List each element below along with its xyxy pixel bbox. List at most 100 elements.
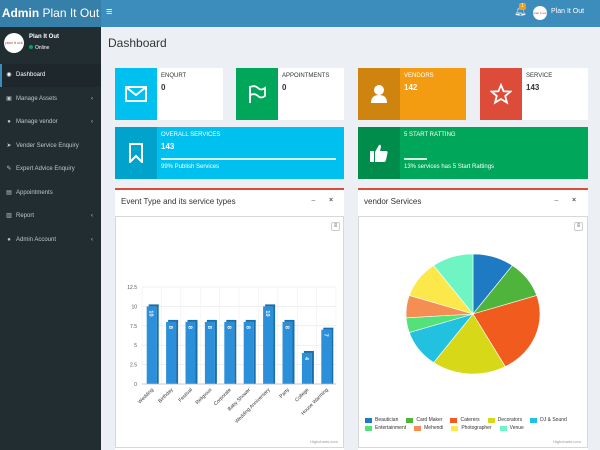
- bar-data-label: 8: [167, 326, 173, 329]
- sidebar-item-vender-service-enquiry[interactable]: ➤ Vender Service Enquiry: [0, 135, 101, 158]
- bar-data-label: 8: [187, 326, 193, 329]
- legend-row: Entertainment Mehendi Photographer Venue: [365, 425, 567, 431]
- appointments-infobox[interactable]: APPOINTMENTS 0: [236, 68, 344, 120]
- legend-item[interactable]: Mehendi: [414, 425, 443, 431]
- legend-item[interactable]: Decorators: [487, 417, 522, 423]
- pie-chart-frame: ≡ Beautician Card Maker Caterers Decorators…: [358, 216, 588, 448]
- page-title: Dashboard: [108, 36, 167, 50]
- close-icon[interactable]: ×: [329, 197, 333, 204]
- user-avatar[interactable]: plan it out: [533, 6, 547, 20]
- progress-label: 5 START RATTING: [404, 132, 456, 138]
- bar-side-face: [214, 320, 217, 384]
- infobox-label: APPOINTMENTS: [282, 73, 330, 79]
- bar[interactable]: [146, 306, 157, 384]
- user-panel: plan it out Plan It Out Online: [0, 27, 101, 64]
- legend-label: Card Maker: [416, 417, 443, 423]
- sidebar-item-appointments[interactable]: ▤ Appointments: [0, 182, 101, 205]
- legend-label: Mehendi: [424, 425, 444, 431]
- bar[interactable]: [224, 321, 235, 384]
- bar-side-face: [273, 305, 276, 384]
- assets-icon: ▣: [6, 95, 12, 102]
- bar-chart-frame: ≡ 0 2.5 5 7.5 10 12.5 10 Wedding 8 Birthday 8 Festi…: [115, 216, 344, 448]
- y-tick-label: 2.5: [130, 363, 137, 369]
- legend-row: Beautician Card Maker Caterers Decorators DJ…: [365, 417, 567, 423]
- close-icon[interactable]: ×: [572, 197, 576, 204]
- x-tick-label: Party: [278, 387, 291, 400]
- infobox-label: VENDORS: [404, 73, 434, 79]
- progress-bar: [404, 158, 428, 160]
- sidebar-item-label: Admin Account: [16, 236, 57, 243]
- legend-swatch: [414, 425, 422, 431]
- sidebar-item-report[interactable]: ▥ Report ‹: [0, 205, 101, 228]
- minimize-icon[interactable]: −: [311, 196, 316, 205]
- bar[interactable]: [321, 329, 332, 384]
- infobox-value: 142: [404, 83, 418, 92]
- legend-item[interactable]: DJ & Sound: [530, 417, 567, 423]
- legend-label: DJ & Sound: [540, 417, 567, 423]
- legend-item[interactable]: Beautician: [365, 417, 398, 423]
- bar-side-face: [292, 320, 295, 384]
- legend-item[interactable]: Caterers: [450, 417, 480, 423]
- bar-chart: 0 2.5 5 7.5 10 12.5 10 Wedding 8 Birthday 8 Festiva…: [127, 285, 337, 425]
- sidebar-item-label: Report: [16, 213, 35, 219]
- progress-description: 99% Publish Services: [161, 164, 220, 170]
- chart-credit[interactable]: Highcharts.com: [553, 439, 581, 444]
- bar[interactable]: [204, 321, 215, 384]
- service-infobox[interactable]: SERVICE 143: [480, 68, 588, 120]
- enquiry-infobox[interactable]: ENQURT 0: [115, 68, 223, 120]
- legend-item[interactable]: Card Maker: [406, 417, 442, 423]
- legend-item[interactable]: Venue: [499, 425, 524, 431]
- bar-data-label: 8: [206, 326, 212, 329]
- sidebar-item-admin-account[interactable]: ● Admin Account ‹: [0, 229, 101, 252]
- minimize-icon[interactable]: −: [554, 196, 559, 205]
- bar-side-face: [253, 320, 256, 384]
- legend-swatch: [365, 417, 372, 423]
- sidebar-user-name: Plan It Out: [29, 34, 59, 40]
- star-icon: [480, 68, 522, 120]
- rating-box[interactable]: 5 START RATTING 13% services has 5 Start…: [358, 127, 588, 179]
- bar-side-face: [331, 328, 334, 384]
- legend-label: Beautician: [375, 417, 399, 423]
- bar-side-face: [311, 351, 314, 384]
- sidebar-item-manage-vendor[interactable]: ● Manage vendor ‹: [0, 111, 101, 134]
- progress-bar: [161, 158, 337, 160]
- y-tick-label: 12.5: [127, 285, 137, 291]
- menu-toggle-icon[interactable]: ≡: [106, 6, 112, 18]
- x-tick-label: Religious: [195, 387, 214, 406]
- legend-label: Entertainment: [375, 425, 407, 431]
- pie-chart: [405, 253, 541, 375]
- progress-description: 13% services has 5 Start Rattings: [404, 164, 495, 170]
- vendors-infobox[interactable]: VENDORS 142: [358, 68, 466, 120]
- bar[interactable]: [166, 321, 177, 384]
- overall-services-box[interactable]: OVERALL SERVICES 143 99% Publish Service…: [115, 127, 344, 179]
- y-tick-label: 0: [134, 382, 137, 388]
- sidebar-item-dashboard[interactable]: ◉ Dashboard: [0, 64, 101, 87]
- chevron-left-icon: ‹: [91, 236, 93, 243]
- bar[interactable]: [243, 321, 254, 384]
- app-logo[interactable]: Admin Plan It Out: [0, 0, 101, 27]
- bar[interactable]: [282, 321, 293, 384]
- sidebar-item-label: Dashboard: [16, 72, 46, 78]
- enquiry-icon: ➤: [6, 142, 12, 149]
- bar-data-label: 8: [245, 326, 251, 329]
- notification-badge: 1: [519, 3, 526, 10]
- top-user-name[interactable]: Plan It Out: [551, 8, 584, 15]
- x-tick-label: Wedding: [137, 387, 155, 405]
- bar-side-face: [195, 320, 198, 384]
- chart-credit[interactable]: Highcharts.com: [310, 439, 338, 444]
- sidebar-item-manage-assets[interactable]: ▣ Manage Assets ‹: [0, 88, 101, 111]
- bar[interactable]: [185, 321, 196, 384]
- bar-data-label: 7: [322, 334, 328, 337]
- chevron-left-icon: ‹: [91, 119, 93, 125]
- sidebar-item-expert-advice-enquiry[interactable]: ✎ Expert Advice Enquiry: [0, 158, 101, 181]
- chevron-left-icon: ‹: [91, 95, 93, 102]
- bar-side-face: [156, 305, 159, 384]
- account-icon: ●: [7, 236, 11, 243]
- legend-item[interactable]: Photographer: [451, 425, 492, 431]
- event-type-box: Event Type and its service types − × ≡ 0…: [115, 188, 344, 450]
- infobox-label: ENQURT: [161, 73, 187, 79]
- legend-item[interactable]: Entertainment: [365, 425, 406, 431]
- bar[interactable]: [263, 306, 274, 384]
- bar-data-label: 10: [148, 310, 154, 316]
- legend-swatch: [451, 425, 459, 431]
